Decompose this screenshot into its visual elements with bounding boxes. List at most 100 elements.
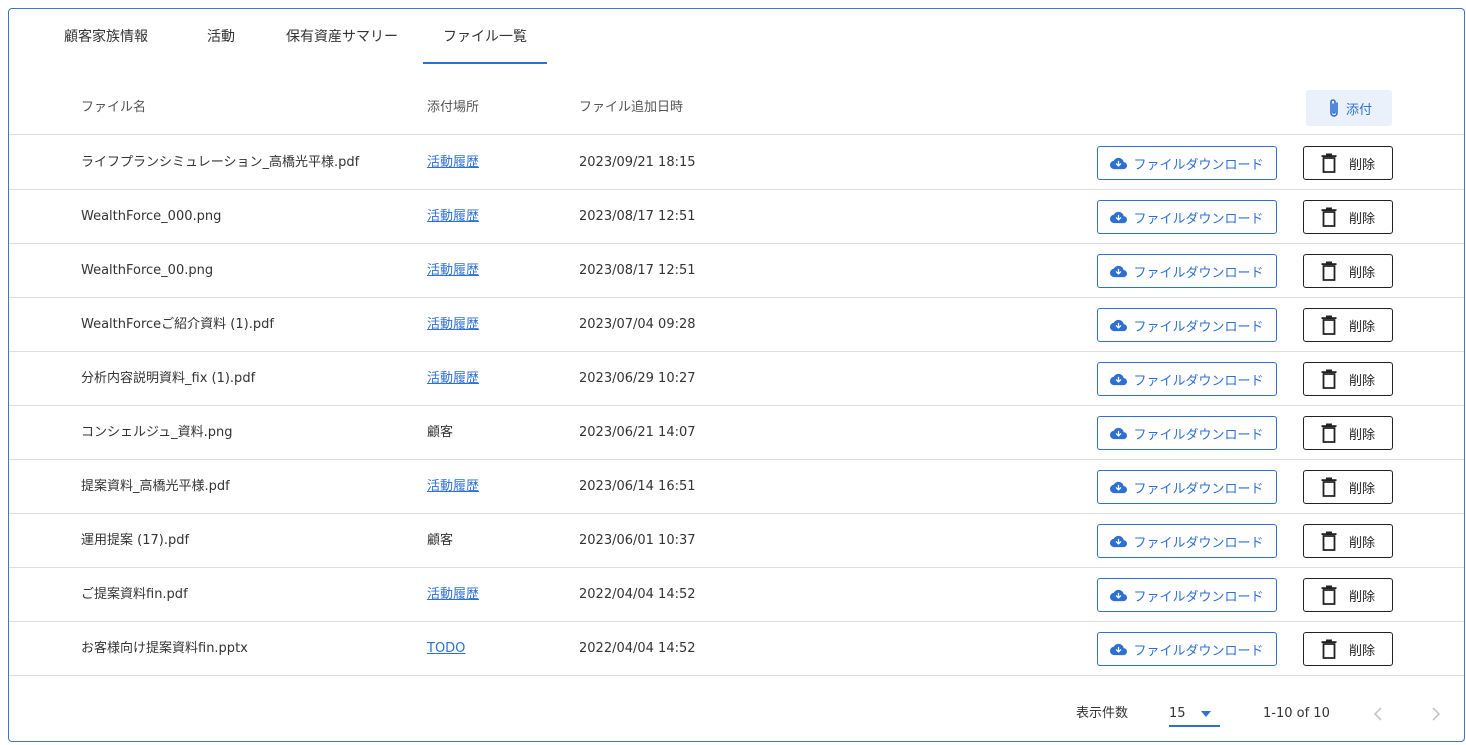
file-download-label: ファイルダウンロード <box>1133 589 1264 605</box>
delete-button[interactable]: 削除 <box>1303 416 1393 450</box>
delete-label: 削除 <box>1348 265 1375 281</box>
file-name: WealthForceご紹介資料 (1).pdf <box>81 317 274 332</box>
attach-location-link[interactable]: TODO <box>427 622 465 676</box>
table-row: 運用提案 (17).pdf 顧客 2023/06/01 10:37 ファイルダウンロー… <box>9 514 1464 568</box>
file-download-button[interactable]: ファイルダウンロード <box>1097 308 1277 342</box>
file-name: 運用提案 (17).pdf <box>81 533 190 548</box>
file-added-date: 2022/04/04 14:52 <box>579 641 696 656</box>
file-added-date: 2023/06/01 10:37 <box>579 533 696 548</box>
delete-button[interactable]: 削除 <box>1303 362 1393 396</box>
delete-label: 削除 <box>1348 211 1375 227</box>
file-download-button[interactable]: ファイルダウンロード <box>1097 200 1277 234</box>
delete-button[interactable]: 削除 <box>1303 524 1393 558</box>
file-download-button[interactable]: ファイルダウンロード <box>1097 470 1277 504</box>
attach-location-link[interactable]: 活動履歴 <box>427 298 479 352</box>
column-header-date: ファイル追加日時 <box>579 100 684 115</box>
tab-asset-summary[interactable]: 保有資産サマリー <box>279 9 405 64</box>
delete-label: 削除 <box>1348 589 1375 605</box>
trash-icon <box>1321 369 1337 389</box>
table-row: コンシェルジュ_資料.png 顧客 2023/06/21 14:07 ファイルダウンロ… <box>9 406 1464 460</box>
delete-button[interactable]: 削除 <box>1303 308 1393 342</box>
table-row: WealthForce_00.png 活動履歴 2023/08/17 12:51 ファ… <box>9 244 1464 298</box>
chevron-left-icon[interactable] <box>1371 706 1387 722</box>
file-name: ご提案資料fin.pdf <box>81 587 188 602</box>
attach-location-link[interactable]: 活動履歴 <box>427 190 479 244</box>
file-download-button[interactable]: ファイルダウンロード <box>1097 254 1277 288</box>
file-download-label: ファイルダウンロード <box>1133 211 1264 227</box>
file-added-date: 2023/06/21 14:07 <box>579 425 696 440</box>
trash-icon <box>1321 261 1337 281</box>
file-name: お客様向け提案資料fin.pptx <box>81 641 248 656</box>
cloud-download-icon <box>1110 535 1128 547</box>
cloud-download-icon <box>1110 589 1128 601</box>
file-download-label: ファイルダウンロード <box>1133 643 1264 659</box>
delete-button[interactable]: 削除 <box>1303 632 1393 666</box>
delete-label: 削除 <box>1348 373 1375 389</box>
tab-customer-family[interactable]: 顧客家族情報 <box>53 9 159 64</box>
file-download-button[interactable]: ファイルダウンロード <box>1097 578 1277 612</box>
file-name: 分析内容説明資料_fix (1).pdf <box>81 371 256 386</box>
attach-button-label: 添付 <box>1345 102 1372 118</box>
delete-button[interactable]: 削除 <box>1303 254 1393 288</box>
table-row: WealthForceご紹介資料 (1).pdf 活動履歴 2023/07/04 0… <box>9 298 1464 352</box>
file-added-date: 2023/07/04 09:28 <box>579 317 696 332</box>
table-row: WealthForce_000.png 活動履歴 2023/08/17 12:51 フ… <box>9 190 1464 244</box>
attach-location: 顧客 <box>427 425 454 440</box>
file-added-date: 2023/06/29 10:27 <box>579 371 696 386</box>
pagination: 表示件数 15 1-10 of 10 <box>9 685 1464 743</box>
cloud-download-icon <box>1110 643 1128 655</box>
file-added-date: 2022/04/04 14:52 <box>579 587 696 602</box>
rows-per-page-label: 表示件数 <box>1076 706 1129 721</box>
file-download-label: ファイルダウンロード <box>1133 265 1264 281</box>
file-download-button[interactable]: ファイルダウンロード <box>1097 362 1277 396</box>
paperclip-icon <box>1330 99 1338 117</box>
file-name: WealthForce_000.png <box>81 209 222 224</box>
page-range-text: 1-10 of 10 <box>1263 706 1330 721</box>
chevron-right-icon[interactable] <box>1427 706 1443 722</box>
attach-button[interactable]: 添付 <box>1306 90 1392 126</box>
attach-location-link[interactable]: 活動履歴 <box>427 352 479 406</box>
attach-location-link[interactable]: 活動履歴 <box>427 244 479 298</box>
delete-button[interactable]: 削除 <box>1303 146 1393 180</box>
cloud-download-icon <box>1110 265 1128 277</box>
trash-icon <box>1321 531 1337 551</box>
file-download-button[interactable]: ファイルダウンロード <box>1097 632 1277 666</box>
attach-location-link[interactable]: 活動履歴 <box>427 136 479 190</box>
delete-button[interactable]: 削除 <box>1303 470 1393 504</box>
trash-icon <box>1321 477 1337 497</box>
caret-down-icon <box>1201 711 1211 717</box>
file-download-label: ファイルダウンロード <box>1133 481 1264 497</box>
table-row: ライフプランシミュレーション_高橋光平様.pdf 活動履歴 2023/09/21 1… <box>9 136 1464 190</box>
file-list-panel: 顧客家族情報 活動 保有資産サマリー ファイル一覧 ファイル名 添付場所 ファイ… <box>8 8 1465 742</box>
cloud-download-icon <box>1110 157 1128 169</box>
delete-label: 削除 <box>1348 319 1375 335</box>
delete-label: 削除 <box>1348 643 1375 659</box>
attach-location-link[interactable]: 活動履歴 <box>427 460 479 514</box>
trash-icon <box>1321 639 1337 659</box>
file-download-button[interactable]: ファイルダウンロード <box>1097 146 1277 180</box>
attach-location-link[interactable]: 活動履歴 <box>427 568 479 622</box>
cloud-download-icon <box>1110 319 1128 331</box>
cloud-download-icon <box>1110 373 1128 385</box>
file-name: コンシェルジュ_資料.png <box>81 425 233 440</box>
delete-button[interactable]: 削除 <box>1303 578 1393 612</box>
tab-activity[interactable]: 活動 <box>191 9 251 64</box>
tab-bar: 顧客家族情報 活動 保有資産サマリー ファイル一覧 <box>9 9 1464 65</box>
delete-label: 削除 <box>1348 427 1375 443</box>
file-download-button[interactable]: ファイルダウンロード <box>1097 416 1277 450</box>
delete-button[interactable]: 削除 <box>1303 200 1393 234</box>
column-header-file-name: ファイル名 <box>81 100 147 115</box>
trash-icon <box>1321 207 1337 227</box>
delete-label: 削除 <box>1348 157 1375 173</box>
delete-label: 削除 <box>1348 535 1375 551</box>
file-name: ライフプランシミュレーション_高橋光平様.pdf <box>81 155 360 170</box>
file-download-button[interactable]: ファイルダウンロード <box>1097 524 1277 558</box>
trash-icon <box>1321 153 1337 173</box>
trash-icon <box>1321 423 1337 443</box>
file-added-date: 2023/08/17 12:51 <box>579 263 696 278</box>
cloud-download-icon <box>1110 427 1128 439</box>
tab-file-list[interactable]: ファイル一覧 <box>423 9 547 64</box>
file-download-label: ファイルダウンロード <box>1133 535 1264 551</box>
trash-icon <box>1321 315 1337 335</box>
rows-per-page-select[interactable]: 15 <box>1169 703 1220 727</box>
